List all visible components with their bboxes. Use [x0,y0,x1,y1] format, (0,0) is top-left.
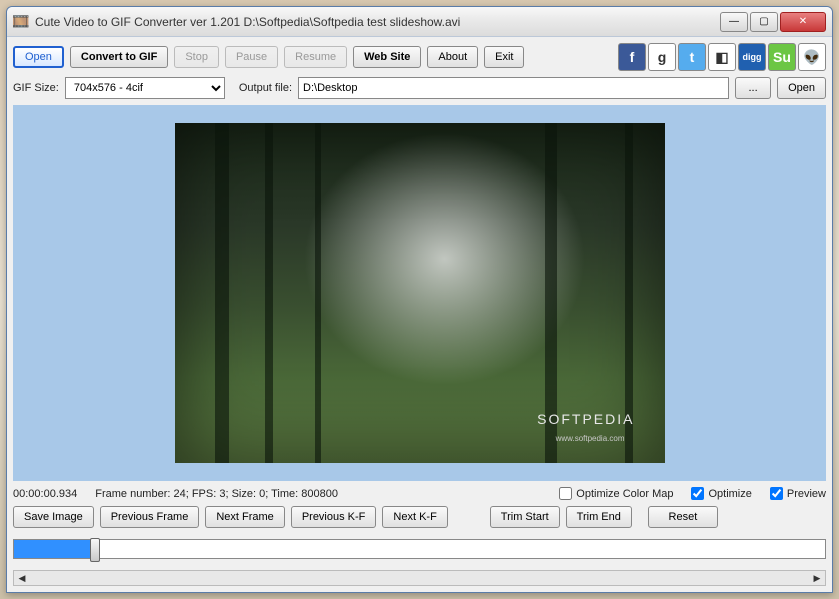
facebook-icon[interactable]: f [618,43,646,71]
about-button[interactable]: About [427,46,478,68]
next-frame-button[interactable]: Next Frame [205,506,284,528]
trim-end-button[interactable]: Trim End [566,506,632,528]
client-area: Open Convert to GIF Stop Pause Resume We… [7,37,832,592]
twitter-icon[interactable]: t [678,43,706,71]
previous-keyframe-button[interactable]: Previous K-F [291,506,377,528]
titlebar[interactable]: 🎞️ Cute Video to GIF Converter ver 1.201… [7,7,832,37]
next-keyframe-button[interactable]: Next K-F [382,506,447,528]
exit-button[interactable]: Exit [484,46,524,68]
app-window: 🎞️ Cute Video to GIF Converter ver 1.201… [6,6,833,593]
stop-button[interactable]: Stop [174,46,219,68]
slider-fill [14,540,95,558]
maximize-button[interactable]: ▢ [750,12,778,32]
window-controls: — ▢ ✕ [720,12,826,32]
watermark-text: SOFTPEDIA [537,411,634,427]
timeline-slider-row [13,534,826,564]
digg-icon[interactable]: digg [738,43,766,71]
video-frame-preview: SOFTPEDIA www.softpedia.com [175,123,665,463]
google-icon[interactable]: g [648,43,676,71]
optimize-colormap-input[interactable] [559,487,572,500]
frame-info: Frame number: 24; FPS: 3; Size: 0; Time:… [95,488,338,500]
optimize-colormap-checkbox[interactable]: Optimize Color Map [559,487,673,500]
stumbleupon-icon[interactable]: Su [768,43,796,71]
browse-button[interactable]: ... [735,77,771,99]
close-button[interactable]: ✕ [780,12,826,32]
open-button[interactable]: Open [13,46,64,68]
preview-checkbox[interactable]: Preview [770,487,826,500]
pause-button[interactable]: Pause [225,46,278,68]
scroll-right-icon[interactable]: ▶ [809,571,825,585]
gifsize-select[interactable]: 704x576 - 4cif [65,77,225,99]
timeline-slider[interactable] [13,539,826,559]
save-image-button[interactable]: Save Image [13,506,94,528]
open-output-button[interactable]: Open [777,77,826,99]
reddit-icon[interactable]: 👽 [798,43,826,71]
horizontal-scrollbar[interactable]: ◀ ▶ [13,570,826,586]
convert-button[interactable]: Convert to GIF [70,46,168,68]
trim-start-button[interactable]: Trim Start [490,506,560,528]
reset-button[interactable]: Reset [648,506,718,528]
window-title: Cute Video to GIF Converter ver 1.201 D:… [35,15,720,29]
watermark-subtext: www.softpedia.com [556,434,625,443]
time-display: 00:00:00.934 [13,488,77,500]
output-label: Output file: [239,82,292,94]
scroll-left-icon[interactable]: ◀ [14,571,30,585]
website-button[interactable]: Web Site [353,46,421,68]
preview-input[interactable] [770,487,783,500]
options-toolbar: GIF Size: 704x576 - 4cif Output file: ..… [13,77,826,99]
output-path-input[interactable] [298,77,729,99]
optimize-input[interactable] [691,487,704,500]
status-row: 00:00:00.934 Frame number: 24; FPS: 3; S… [13,487,826,500]
delicious-icon[interactable]: ◧ [708,43,736,71]
optimize-checkbox[interactable]: Optimize [691,487,751,500]
app-icon: 🎞️ [13,14,29,30]
slider-thumb[interactable] [90,538,100,562]
social-bar: fgt◧diggSu👽 [618,43,826,71]
preview-area: SOFTPEDIA www.softpedia.com [13,105,826,481]
gifsize-label: GIF Size: [13,82,59,94]
frame-controls: Save Image Previous Frame Next Frame Pre… [13,506,826,528]
resume-button[interactable]: Resume [284,46,347,68]
main-toolbar: Open Convert to GIF Stop Pause Resume We… [13,43,826,71]
previous-frame-button[interactable]: Previous Frame [100,506,200,528]
minimize-button[interactable]: — [720,12,748,32]
